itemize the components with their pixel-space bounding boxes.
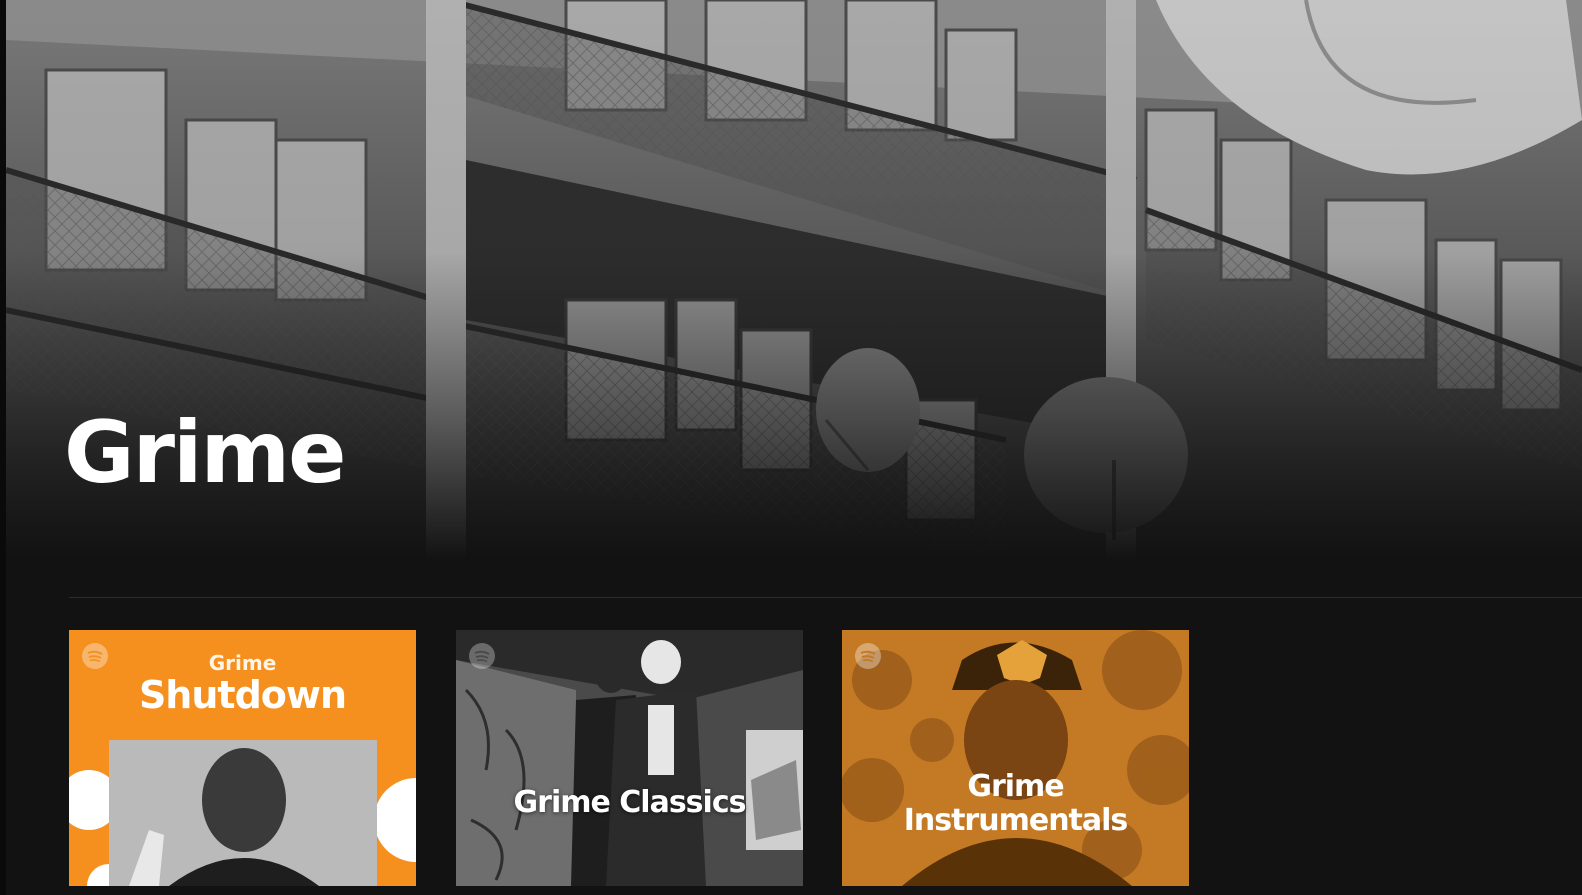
playlist-cover-art <box>842 630 1189 886</box>
playlist-title: Grime Classics <box>513 785 747 820</box>
playlist-title-line-1: Grime <box>967 769 1064 804</box>
playlist-subtitle: Grime <box>208 651 277 675</box>
playlist-title-line-2: Instrumentals <box>903 802 1129 838</box>
playlist-card-grime-classics[interactable]: Grime Classics <box>456 630 803 886</box>
playlist-title: Grime Instrumentals <box>842 770 1189 837</box>
playlist-cover-art <box>456 630 803 886</box>
page-title: Grime <box>64 403 346 503</box>
window-edge <box>0 0 6 895</box>
genre-page: Grime Grime Shutdown Grime Classics Grim… <box>0 0 1582 895</box>
playlist-card-grime-instrumentals[interactable]: Grime Instrumentals <box>842 630 1189 886</box>
spotify-icon <box>855 643 881 669</box>
section-divider <box>69 597 1582 598</box>
playlist-title: Shutdown <box>138 673 347 717</box>
spotify-icon <box>469 643 495 669</box>
playlist-card-grime-shutdown[interactable]: Grime Shutdown <box>69 630 416 886</box>
